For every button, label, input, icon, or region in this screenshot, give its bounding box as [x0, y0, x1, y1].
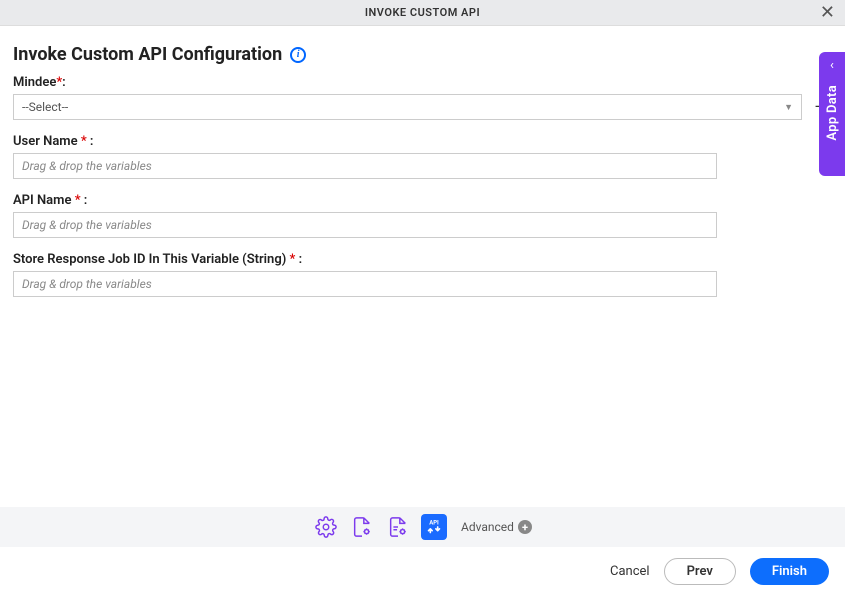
apiname-input[interactable] [13, 212, 717, 238]
mindee-label: Mindee*: [13, 75, 832, 90]
footer-actions: Cancel Prev Finish [0, 547, 845, 595]
form-area: Mindee*: --Select-- ▼ + User Name * : AP… [0, 75, 845, 297]
app-data-side-tab[interactable]: ‹ App Data [819, 52, 845, 176]
cancel-button[interactable]: Cancel [610, 564, 650, 579]
close-icon[interactable]: ✕ [820, 4, 835, 22]
label-colon: : [62, 75, 66, 90]
file-settings-icon[interactable] [385, 514, 411, 540]
jobid-label-text: Store Response Job ID In This Variable (… [13, 252, 286, 267]
modal-header: INVOKE CUSTOM API ✕ [0, 0, 845, 26]
label-colon: : [299, 252, 303, 267]
username-label-text: User Name [13, 134, 78, 149]
required-marker: * [81, 134, 87, 149]
mindee-select[interactable]: --Select-- ▼ [13, 94, 802, 120]
file-gear-icon[interactable] [349, 514, 375, 540]
chevron-down-icon: ▼ [784, 102, 793, 113]
required-marker: * [290, 252, 296, 267]
info-icon[interactable]: i [290, 47, 306, 63]
jobid-field-group: Store Response Job ID In This Variable (… [13, 252, 832, 297]
page-title-row: Invoke Custom API Configuration i [0, 26, 845, 75]
apiname-field-group: API Name * : [13, 193, 832, 238]
modal-title: INVOKE CUSTOM API [365, 6, 480, 19]
required-marker: * [75, 193, 81, 208]
apiname-label-text: API Name [13, 193, 71, 208]
advanced-label: Advanced [461, 520, 514, 534]
app-data-label: App Data [825, 85, 840, 141]
mindee-field-group: Mindee*: --Select-- ▼ + [13, 75, 832, 120]
finish-button[interactable]: Finish [750, 558, 829, 585]
apiname-label: API Name * : [13, 193, 832, 208]
svg-text:API: API [429, 519, 439, 526]
jobid-label: Store Response Job ID In This Variable (… [13, 252, 832, 267]
advanced-link[interactable]: Advanced + [461, 520, 532, 534]
prev-button[interactable]: Prev [664, 558, 736, 585]
step-toolbar: API Advanced + [0, 507, 845, 547]
page-title: Invoke Custom API Configuration [13, 44, 282, 65]
chevron-left-icon: ‹ [830, 58, 834, 73]
jobid-input[interactable] [13, 271, 717, 297]
mindee-label-text: Mindee [13, 75, 56, 90]
label-colon: : [90, 134, 94, 149]
mindee-select-row: --Select-- ▼ + [13, 94, 832, 120]
username-input[interactable] [13, 153, 717, 179]
api-flow-icon[interactable]: API [421, 514, 447, 540]
username-label: User Name * : [13, 134, 832, 149]
gear-icon[interactable] [313, 514, 339, 540]
label-colon: : [84, 193, 88, 208]
mindee-selected-value: --Select-- [22, 100, 68, 114]
plus-circle-icon: + [518, 520, 532, 534]
username-field-group: User Name * : [13, 134, 832, 179]
